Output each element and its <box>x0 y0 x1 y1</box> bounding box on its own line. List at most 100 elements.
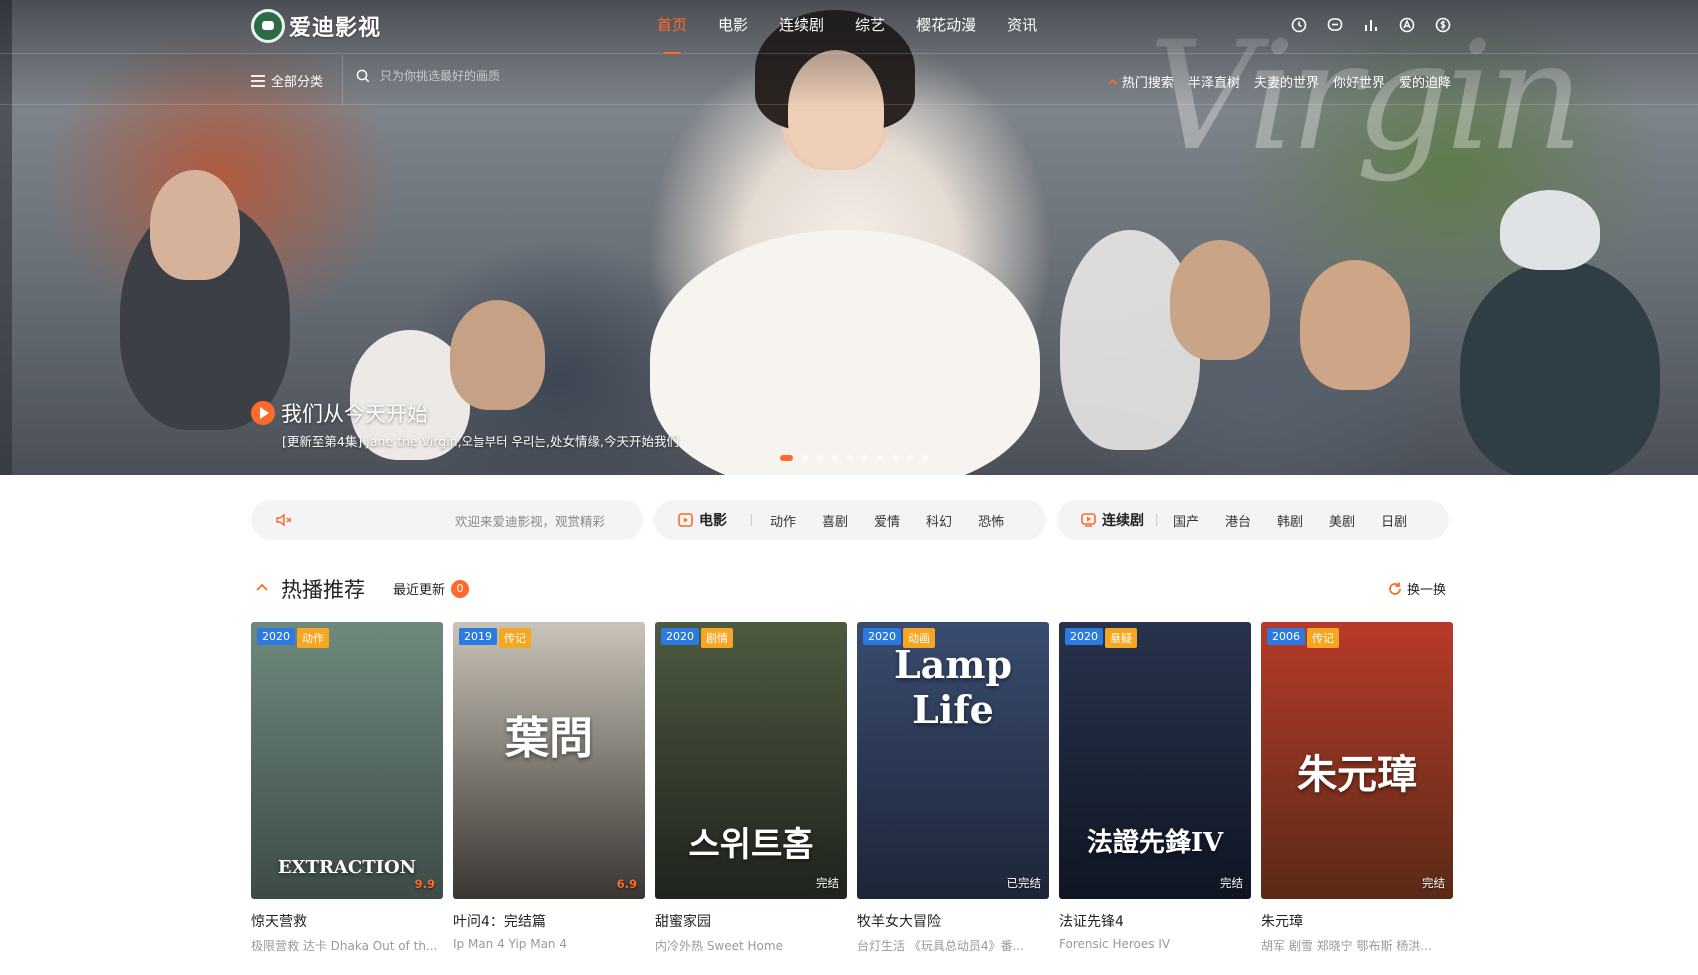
hot-term[interactable]: 夫妻的世界 <box>1254 72 1319 91</box>
search-input[interactable] <box>380 69 620 83</box>
history-icon[interactable] <box>1290 16 1308 34</box>
poster-image[interactable]: 葉問 2019 传记 6.9 <box>453 622 645 899</box>
recent-updates[interactable]: 最近更新 0 <box>393 579 470 598</box>
search-icon <box>356 69 370 83</box>
logo-icon <box>251 9 285 43</box>
poster-image[interactable]: 스위트홈 2020 剧情 完结 <box>655 622 847 899</box>
app-icon[interactable] <box>1398 16 1416 34</box>
video-cast: 内冷外热 Sweet Home <box>655 939 783 953</box>
tool-icons <box>1290 16 1452 34</box>
video-card[interactable]: 朱元璋 2006 传记 完结 朱元璋 胡军 剧雪 郑晓宁 鄂布斯 杨洪... <box>1261 622 1453 954</box>
video-title[interactable]: 朱元璋 <box>1261 911 1453 931</box>
carousel-dot[interactable] <box>780 455 793 461</box>
video-title[interactable]: 叶问4：完结篇 <box>453 911 645 931</box>
genre-badge: 动作 <box>297 628 329 648</box>
poster-title-art: Lamp Life <box>893 642 1013 732</box>
video-card[interactable]: 스위트홈 2020 剧情 完结 甜蜜家园 内冷外热 Sweet Home <box>655 622 847 954</box>
carousel-dot[interactable] <box>877 455 883 461</box>
movie-bar-label: 电影 <box>699 513 727 529</box>
all-categories-button[interactable]: 全部分类 <box>251 71 323 90</box>
video-cast: 极限营救 达卡 Dhaka Out of th... <box>251 939 438 953</box>
hero-banner[interactable]: Virgin 爱迪影视 首页 电影 连续剧 综艺 樱花动漫 资讯 全部分类 <box>0 0 1698 475</box>
nav-home[interactable]: 首页 <box>657 14 687 54</box>
movie-genre-link[interactable]: 科幻 <box>926 511 952 530</box>
poster-title-art: EXTRACTION <box>277 857 417 878</box>
hero-title[interactable]: 我们从今天开始 <box>281 398 428 428</box>
carousel-dot[interactable] <box>862 455 868 461</box>
logo-text: 爱迪影视 <box>289 15 382 41</box>
series-region-link[interactable]: 国产 <box>1173 511 1199 530</box>
movie-genre-link[interactable]: 喜剧 <box>822 511 848 530</box>
genre-badge: 传记 <box>1307 628 1339 648</box>
tv-icon <box>1081 513 1096 527</box>
recommend-grid: EXTRACTION 2020 动作 9.9 惊天营救 极限营救 达卡 Dhak… <box>251 622 1453 954</box>
section-title: 热播推荐 <box>281 578 365 602</box>
crowd-face <box>150 170 240 280</box>
genre-badge: 动画 <box>903 628 935 648</box>
video-title[interactable]: 法证先锋4 <box>1059 911 1251 931</box>
year-badge: 2020 <box>1065 628 1103 645</box>
poster-image[interactable]: Lamp Life 2020 动画 已完结 <box>857 622 1049 899</box>
refresh-button[interactable]: 换一换 <box>1387 579 1446 598</box>
carousel-dot[interactable] <box>892 455 898 461</box>
video-title[interactable]: 牧羊女大冒险 <box>857 911 1049 931</box>
crowd-face <box>1300 260 1410 390</box>
movie-genre-link[interactable]: 恐怖 <box>978 511 1004 530</box>
nav-movies[interactable]: 电影 <box>718 14 748 35</box>
play-icon[interactable] <box>251 401 275 425</box>
movie-genre-link[interactable]: 动作 <box>770 511 796 530</box>
status-label: 完结 <box>1422 876 1445 890</box>
video-title[interactable]: 惊天营救 <box>251 911 443 931</box>
dollar-icon[interactable] <box>1434 16 1452 34</box>
category-search-bar: 全部分类 热门搜索 半泽直树 夫妻的世界 你好世界 爱的迫降 <box>0 55 1698 105</box>
nav-anime[interactable]: 樱花动漫 <box>916 14 976 35</box>
poster-image[interactable]: 朱元璋 2006 传记 完结 <box>1261 622 1453 899</box>
video-title[interactable]: 甜蜜家园 <box>655 911 847 931</box>
year-badge: 2020 <box>257 628 295 645</box>
poster-image[interactable]: EXTRACTION 2020 动作 9.9 <box>251 622 443 899</box>
series-region-link[interactable]: 美剧 <box>1329 511 1355 530</box>
carousel-dot[interactable] <box>907 455 913 461</box>
video-card[interactable]: 法證先鋒IV 2020 悬疑 完结 法证先锋4 Forensic Heroes … <box>1059 622 1251 954</box>
carousel-dot[interactable] <box>832 455 838 461</box>
score-label: 9.9 <box>414 877 435 891</box>
hot-term[interactable]: 半泽直树 <box>1188 72 1240 91</box>
poster-title-art: 朱元璋 <box>1297 751 1417 798</box>
refresh-label: 换一换 <box>1407 583 1447 598</box>
series-region-link[interactable]: 日剧 <box>1381 511 1407 530</box>
carousel-dot[interactable] <box>922 455 928 461</box>
status-label: 已完结 <box>1006 876 1042 890</box>
site-logo[interactable]: 爱迪影视 <box>251 9 381 43</box>
nav-series[interactable]: 连续剧 <box>779 14 824 35</box>
chart-icon[interactable] <box>1362 16 1380 34</box>
carousel-dot[interactable] <box>817 455 823 461</box>
nav-variety[interactable]: 综艺 <box>855 14 885 35</box>
movie-genre-link[interactable]: 爱情 <box>874 511 900 530</box>
separator <box>751 514 752 526</box>
recent-count-badge: 0 <box>451 579 470 598</box>
crowd-figure <box>1460 260 1660 475</box>
carousel-dot[interactable] <box>847 455 853 461</box>
movie-bar-head[interactable]: 电影 <box>678 510 727 530</box>
poster-title-art: 스위트홈 <box>688 825 814 865</box>
video-card[interactable]: Lamp Life 2020 动画 已完结 牧羊女大冒险 台灯生活 《玩具总动员… <box>857 622 1049 954</box>
crowd-cap <box>1500 190 1600 270</box>
carousel-dot[interactable] <box>802 455 808 461</box>
hot-term[interactable]: 你好世界 <box>1333 72 1385 91</box>
message-icon[interactable] <box>1326 16 1344 34</box>
divider <box>342 55 343 105</box>
hero-title-row[interactable]: 我们从今天开始 <box>251 398 428 428</box>
video-cast: 胡军 剧雪 郑晓宁 鄂布斯 杨洪... <box>1261 939 1432 953</box>
status-label: 完结 <box>1220 876 1243 890</box>
poster-image[interactable]: 法證先鋒IV 2020 悬疑 完结 <box>1059 622 1251 899</box>
series-region-link[interactable]: 韩剧 <box>1277 511 1303 530</box>
chevron-up-icon <box>1108 78 1118 85</box>
nav-news[interactable]: 资讯 <box>1007 14 1037 35</box>
genre-badge: 剧情 <box>701 628 733 648</box>
hot-term[interactable]: 爱的迫降 <box>1399 72 1451 91</box>
hot-search-label: 热门搜索 <box>1108 72 1174 91</box>
video-card[interactable]: 葉問 2019 传记 6.9 叶问4：完结篇 Ip Man 4 Yip Man … <box>453 622 645 954</box>
video-card[interactable]: EXTRACTION 2020 动作 9.9 惊天营救 极限营救 达卡 Dhak… <box>251 622 443 954</box>
series-region-link[interactable]: 港台 <box>1225 511 1251 530</box>
series-bar-head[interactable]: 连续剧 <box>1081 510 1144 530</box>
